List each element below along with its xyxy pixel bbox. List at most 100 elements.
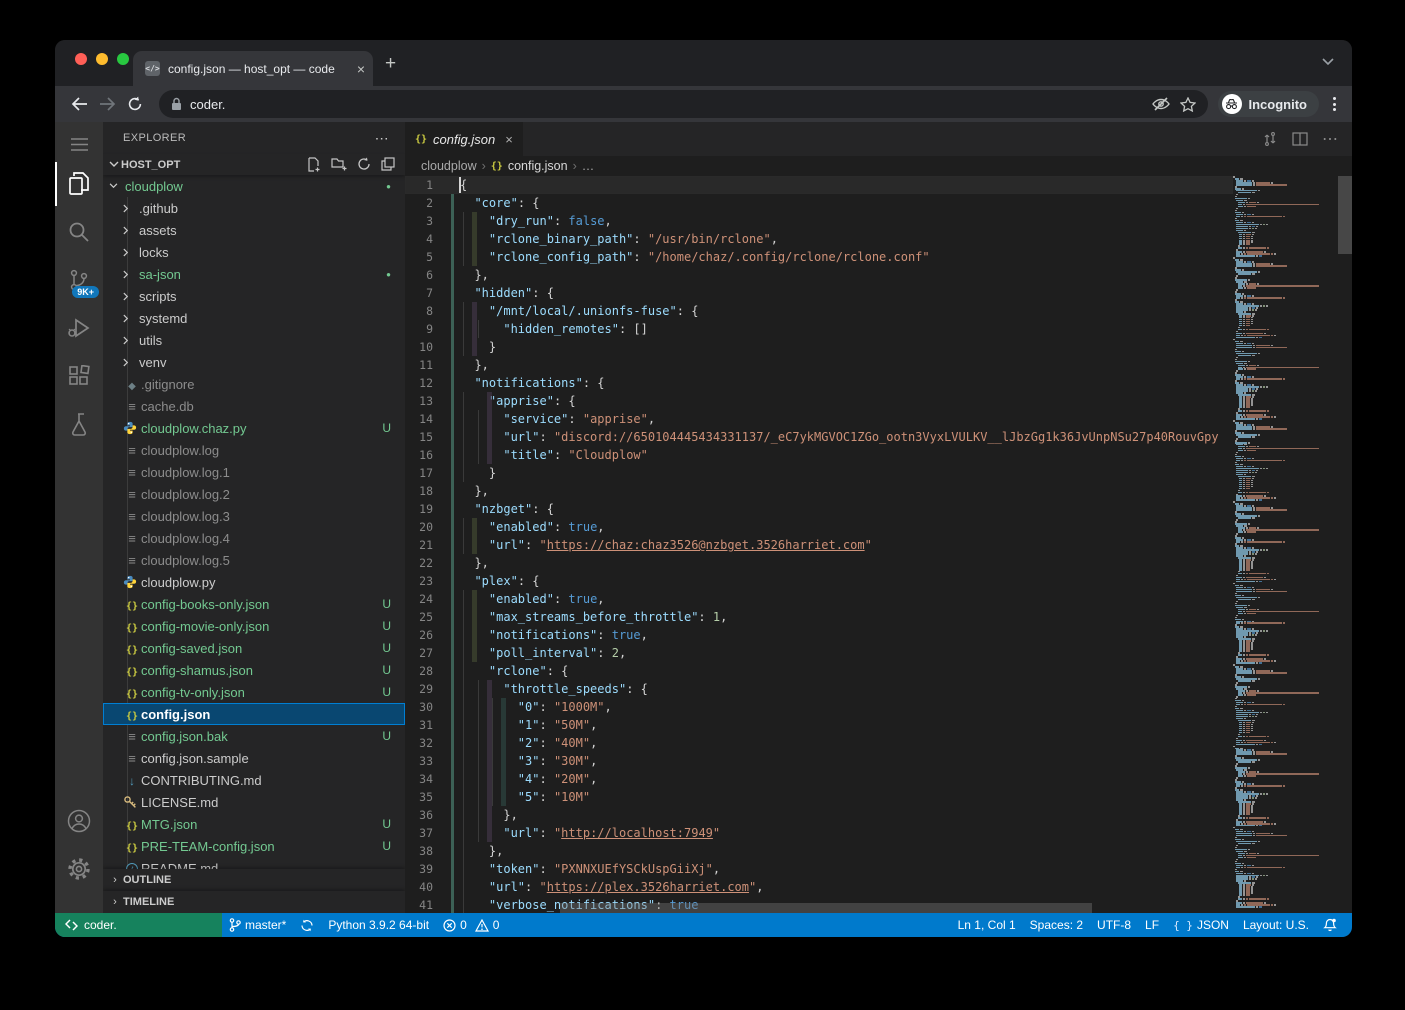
code-line[interactable]: 17 } (405, 464, 1233, 482)
tree-item[interactable]: .github (103, 197, 405, 219)
tab-search-chevron-icon[interactable] (1322, 58, 1334, 66)
code-line[interactable]: 40 "url": "https://plex.3526harriet.com"… (405, 878, 1233, 896)
keyboard-layout-item[interactable]: Layout: U.S. (1236, 913, 1316, 937)
code-line[interactable]: 8 "/mnt/local/.unionfs-fuse": { (405, 302, 1233, 320)
tree-item[interactable]: {}config-saved.jsonU (103, 637, 405, 659)
tree-item[interactable]: ≡cache.db (103, 395, 405, 417)
tree-item[interactable]: LICENSE.md (103, 791, 405, 813)
code-line[interactable]: 36 }, (405, 806, 1233, 824)
outline-section[interactable]: › OUTLINE (103, 869, 405, 891)
tree-item[interactable]: ≡config.json.bakU (103, 725, 405, 747)
encoding-item[interactable]: UTF-8 (1090, 913, 1138, 937)
window-zoom-button[interactable] (117, 53, 129, 65)
split-editor-icon[interactable] (1292, 132, 1308, 146)
tree-item[interactable]: systemd (103, 307, 405, 329)
tree-item[interactable]: {}config-tv-only.jsonU (103, 681, 405, 703)
code-line[interactable]: 37 "url": "http://localhost:7949" (405, 824, 1233, 842)
account-icon[interactable] (55, 799, 103, 843)
settings-gear-icon[interactable] (55, 847, 103, 891)
new-folder-icon[interactable] (331, 157, 347, 172)
tree-item[interactable]: ≡cloudplow.log.5 (103, 549, 405, 571)
code-line[interactable]: 4 "rclone_binary_path": "/usr/bin/rclone… (405, 230, 1233, 248)
tree-item[interactable]: ≡cloudplow.log.2 (103, 483, 405, 505)
code-line[interactable]: 33 "3": "30M", (405, 752, 1233, 770)
cursor-position-item[interactable]: Ln 1, Col 1 (951, 913, 1023, 937)
extensions-view-icon[interactable] (55, 354, 103, 398)
source-control-view-icon[interactable]: 9K+ (55, 258, 103, 302)
indentation-item[interactable]: Spaces: 2 (1023, 913, 1090, 937)
tree-item[interactable]: assets (103, 219, 405, 241)
collapse-folders-icon[interactable] (381, 157, 395, 172)
language-mode-item[interactable]: { } JSON (1166, 913, 1236, 937)
code-line[interactable]: 29 "throttle_speeds": { (405, 680, 1233, 698)
code-line[interactable]: 20 "enabled": true, (405, 518, 1233, 536)
tree-item[interactable]: {}MTG.jsonU (103, 813, 405, 835)
code-line[interactable]: 14 "service": "apprise", (405, 410, 1233, 428)
breadcrumb-more[interactable]: … (582, 159, 595, 173)
tree-item[interactable]: sa-json● (103, 263, 405, 285)
python-interpreter-item[interactable]: Python 3.9.2 64-bit (321, 913, 436, 937)
sync-item[interactable] (293, 913, 321, 937)
tree-item[interactable]: ↓CONTRIBUTING.md (103, 769, 405, 791)
code-line[interactable]: 10 } (405, 338, 1233, 356)
tree-item[interactable]: ≡cloudplow.log.1 (103, 461, 405, 483)
tree-item[interactable]: ≡config.json.sample (103, 747, 405, 769)
tree-item[interactable]: venv (103, 351, 405, 373)
code-line[interactable]: 13 "apprise": { (405, 392, 1233, 410)
remote-indicator[interactable]: coder. (55, 913, 222, 937)
code-line[interactable]: 7 "hidden": { (405, 284, 1233, 302)
tree-item[interactable]: cloudplow.chaz.pyU (103, 417, 405, 439)
refresh-icon[interactable] (357, 157, 371, 172)
code-line[interactable]: 16 "title": "Cloudplow" (405, 446, 1233, 464)
code-line[interactable]: 32 "2": "40M", (405, 734, 1233, 752)
code-line[interactable]: 30 "0": "1000M", (405, 698, 1233, 716)
menu-hamburger-icon[interactable] (55, 122, 103, 166)
code-line[interactable]: 26 "notifications": true, (405, 626, 1233, 644)
reload-button-icon[interactable] (121, 96, 149, 112)
code-line[interactable]: 31 "1": "50M", (405, 716, 1233, 734)
editor-tab-config-json[interactable]: {} config.json × (405, 122, 523, 156)
editor-more-actions-icon[interactable]: ⋯ (1322, 129, 1338, 149)
code-line[interactable]: 39 "token": "PXNNXUEfYSCkUspGiiXj", (405, 860, 1233, 878)
tree-item[interactable]: {}config-shamus.jsonU (103, 659, 405, 681)
tree-item[interactable]: locks (103, 241, 405, 263)
tree-item[interactable]: {}PRE-TEAM-config.jsonU (103, 835, 405, 857)
new-tab-button[interactable]: + (385, 54, 396, 73)
code-line[interactable]: 22 }, (405, 554, 1233, 572)
code-line[interactable]: 28 "rclone": { (405, 662, 1233, 680)
problems-item[interactable]: 0 0 (436, 913, 506, 937)
eol-item[interactable]: LF (1138, 913, 1166, 937)
tab-close-icon[interactable]: × (357, 61, 365, 77)
code-line[interactable]: 5 "rclone_config_path": "/home/chaz/.con… (405, 248, 1233, 266)
workspace-section-header[interactable]: HOST_OPT (103, 154, 405, 175)
tree-item[interactable]: ≡cloudplow.log (103, 439, 405, 461)
code-line[interactable]: 19 "nzbget": { (405, 500, 1233, 518)
tree-item[interactable]: scripts (103, 285, 405, 307)
minimap[interactable] (1233, 176, 1337, 913)
editor-tab-close-icon[interactable]: × (505, 132, 513, 147)
run-debug-view-icon[interactable] (55, 306, 103, 350)
tree-item[interactable]: {}config.json (103, 703, 405, 725)
forward-button-icon[interactable] (93, 97, 121, 111)
code-line[interactable]: 9 "hidden_remotes": [] (405, 320, 1233, 338)
code-line[interactable]: 2 "core": { (405, 194, 1233, 212)
code-line[interactable]: 18 }, (405, 482, 1233, 500)
code-line[interactable]: 12 "notifications": { (405, 374, 1233, 392)
code-line[interactable]: 34 "4": "20M", (405, 770, 1233, 788)
window-minimize-button[interactable] (96, 53, 108, 65)
code-line[interactable]: 35 "5": "10M" (405, 788, 1233, 806)
new-file-icon[interactable] (306, 157, 321, 172)
explorer-view-icon[interactable] (55, 162, 103, 206)
tree-item[interactable]: {}config-movie-only.jsonU (103, 615, 405, 637)
breadcrumb-folder[interactable]: cloudplow (421, 159, 477, 173)
code-line[interactable]: 24 "enabled": true, (405, 590, 1233, 608)
tree-item[interactable]: iREADME.md (103, 857, 405, 869)
code-line[interactable]: 3 "dry_run": false, (405, 212, 1233, 230)
vertical-scrollbar-thumb[interactable] (1338, 176, 1352, 254)
code-line[interactable]: 23 "plex": { (405, 572, 1233, 590)
back-button-icon[interactable] (65, 97, 93, 111)
timeline-section[interactable]: › TIMELINE (103, 891, 405, 913)
horizontal-scrollbar-thumb[interactable] (560, 903, 1092, 913)
code-line[interactable]: 15 "url": "discord://650104445434331137/… (405, 428, 1233, 446)
address-bar[interactable]: coder. (159, 90, 1208, 118)
